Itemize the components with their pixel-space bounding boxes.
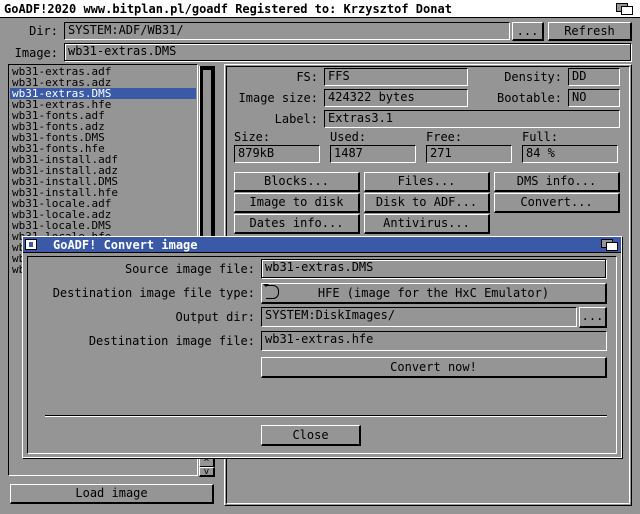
- image-size-value: 424322 bytes: [324, 89, 468, 107]
- image-label: Image:: [14, 46, 58, 60]
- dir-label: Dir:: [29, 24, 58, 38]
- convert-button[interactable]: Convert...: [494, 193, 620, 213]
- output-dir-browse-button[interactable]: ...: [579, 307, 607, 328]
- density-label: Density:: [504, 70, 562, 84]
- dest-file-field[interactable]: wb31-extras.hfe: [261, 331, 607, 351]
- dialog-title: GoADF! Convert image: [53, 238, 198, 252]
- dest-type-value: HFE (image for the HxC Emulator): [317, 286, 550, 300]
- used-col-label: Used:: [330, 130, 367, 144]
- free-col-label: Free:: [426, 130, 463, 144]
- screen-title: GoADF!2020 www.bitplan.pl/goadf Register…: [4, 2, 452, 16]
- dir-field[interactable]: SYSTEM:ADF/WB31/: [64, 22, 510, 40]
- bootable-value: NO: [568, 89, 620, 107]
- dates-info-button[interactable]: Dates info...: [234, 214, 360, 234]
- dest-file-label: Destination image file:: [88, 334, 255, 348]
- progress-bar: [45, 415, 607, 417]
- disk-label-value: Extras3.1: [324, 110, 620, 128]
- dest-type-label: Destination image file type:: [52, 286, 255, 300]
- screen-title-bar: GoADF!2020 www.bitplan.pl/goadf Register…: [0, 0, 640, 18]
- dms-info-button[interactable]: DMS info...: [494, 172, 620, 192]
- used-value: 1487: [330, 145, 416, 163]
- dialog-title-bar[interactable]: GoADF! Convert image: [23, 237, 621, 253]
- source-image-label: Source image file:: [124, 262, 255, 276]
- close-window-icon[interactable]: [25, 239, 37, 250]
- depth-gadget-icon[interactable]: [614, 1, 636, 17]
- files-button[interactable]: Files...: [364, 172, 490, 192]
- dialog-depth-gadget-icon[interactable]: [599, 237, 621, 253]
- blocks-button[interactable]: Blocks...: [234, 172, 360, 192]
- full-value: 84 %: [522, 145, 618, 163]
- scroll-down-arrow-icon[interactable]: v: [199, 467, 215, 477]
- antivirus-button[interactable]: Antivirus...: [364, 214, 490, 234]
- dest-type-cycle[interactable]: HFE (image for the HxC Emulator): [261, 283, 607, 304]
- image-size-label: Image size:: [238, 91, 318, 105]
- bootable-label: Bootable:: [496, 91, 562, 105]
- full-col-label: Full:: [522, 130, 559, 144]
- image-to-disk-button[interactable]: Image to disk: [234, 193, 360, 213]
- disk-label-label: Label:: [274, 112, 318, 126]
- cycle-icon: [263, 284, 279, 299]
- size-col-label: Size:: [234, 130, 271, 144]
- density-value: DD: [568, 68, 620, 86]
- close-button[interactable]: Close: [261, 425, 361, 446]
- output-dir-label: Output dir:: [175, 310, 255, 324]
- fs-value: FFS: [324, 68, 468, 86]
- load-image-button[interactable]: Load image: [10, 484, 214, 504]
- source-image-value: wb31-extras.DMS: [261, 259, 607, 279]
- size-value: 879kB: [234, 145, 320, 163]
- free-value: 271: [426, 145, 512, 163]
- dir-browse-button[interactable]: ...: [512, 22, 544, 41]
- image-field: wb31-extras.DMS: [64, 43, 632, 62]
- convert-now-button[interactable]: Convert now!: [261, 357, 607, 378]
- scroll-knob[interactable]: [203, 70, 211, 258]
- fs-label: FS:: [296, 70, 318, 84]
- refresh-button[interactable]: Refresh: [548, 22, 632, 41]
- convert-image-dialog: GoADF! Convert image Source image file: …: [22, 236, 622, 458]
- disk-to-adf-button[interactable]: Disk to ADF...: [364, 193, 490, 213]
- output-dir-field[interactable]: SYSTEM:DiskImages/: [261, 307, 577, 327]
